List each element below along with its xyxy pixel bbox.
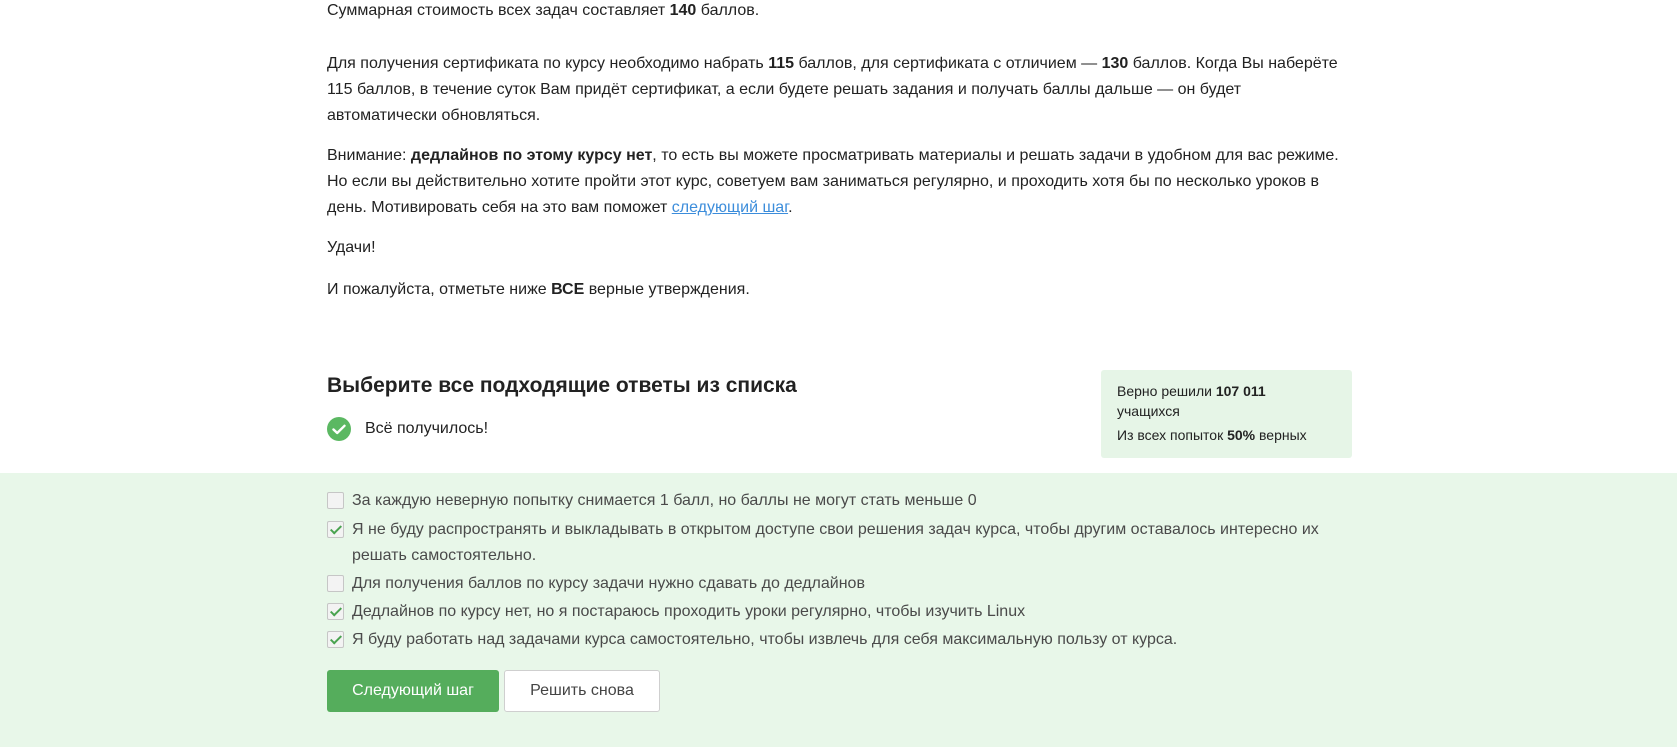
good-luck-paragraph: Удачи! [327, 239, 376, 256]
success-text: Всё получилось! [365, 420, 489, 437]
option-1-checkbox[interactable] [327, 492, 344, 509]
attempts-stat: Из всех попыток 50% верных [1117, 427, 1307, 443]
quiz-title: Выберите все подходящие ответы из списка [327, 374, 797, 397]
next-step-link[interactable]: следующий шаг [672, 199, 788, 216]
stats-panel: Верно решили 107 011 учащихся Из всех поп… [1101, 370, 1352, 458]
solve-again-button[interactable]: Решить снова [504, 670, 660, 712]
success-check-icon [327, 417, 351, 441]
option-3[interactable]: Для получения баллов по курсу задачи нуж… [327, 571, 1352, 597]
solved-stat: Верно решили 107 011 учащихся [1117, 383, 1266, 419]
option-2[interactable]: Я не буду распространять и выкладывать в… [327, 517, 1352, 569]
option-4-label: Дедлайнов по курсу нет, но я постараюсь … [352, 603, 1026, 620]
option-1-label: За каждую неверную попытку снимается 1 б… [352, 492, 977, 509]
option-4[interactable]: Дедлайнов по курсу нет, но я постараюсь … [327, 599, 1352, 625]
option-2-label: Я не буду распространять и выкладывать в… [352, 521, 1319, 564]
success-status: Всё получилось! [327, 417, 488, 441]
option-1[interactable]: За каждую неверную попытку снимается 1 б… [327, 488, 1352, 514]
option-5[interactable]: Я буду работать над задачами курса самос… [327, 627, 1352, 653]
option-5-label: Я буду работать над задачами курса самос… [352, 631, 1178, 648]
certificate-paragraph: Для получения сертификата по курсу необх… [327, 55, 1338, 124]
option-4-checkbox[interactable] [327, 603, 344, 620]
option-5-checkbox[interactable] [327, 631, 344, 648]
total-cost-paragraph: Суммарная стоимость всех задач составляе… [327, 2, 760, 19]
option-3-checkbox[interactable] [327, 575, 344, 592]
next-step-button[interactable]: Следующий шаг [327, 670, 499, 712]
option-2-checkbox[interactable] [327, 521, 344, 538]
option-3-label: Для получения баллов по курсу задачи нуж… [352, 575, 865, 592]
deadline-paragraph: Внимание: дедлайнов по этому курсу нет, … [327, 147, 1339, 216]
instruction-paragraph: И пожалуйста, отметьте ниже ВСЕ верные у… [327, 281, 750, 298]
